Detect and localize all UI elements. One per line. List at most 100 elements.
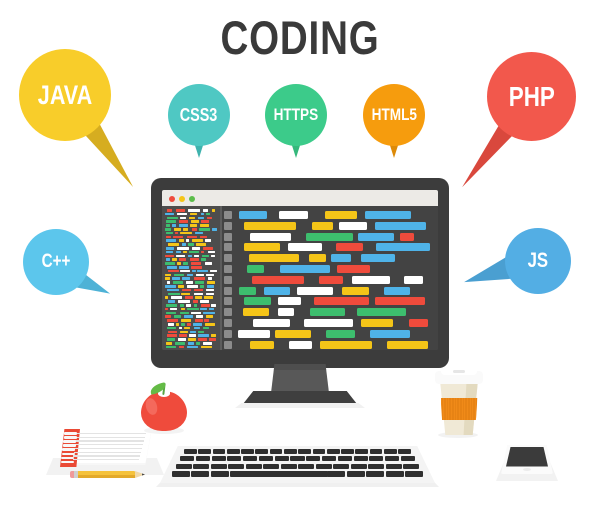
- keyboard-key[interactable]: [226, 449, 240, 454]
- keyboard-key[interactable]: [369, 456, 384, 461]
- keyboard-key[interactable]: [269, 449, 283, 454]
- keyboard-key[interactable]: [315, 463, 332, 469]
- minimap-code-token: [200, 285, 205, 288]
- keyboard-key[interactable]: [212, 449, 226, 454]
- keyboard-key[interactable]: [353, 456, 368, 461]
- keyboard-key[interactable]: [290, 456, 305, 461]
- keyboard-key[interactable]: [211, 456, 226, 461]
- keyboard-key[interactable]: [368, 463, 385, 469]
- keyboard-key[interactable]: [180, 456, 195, 461]
- minimap-code-token: [211, 254, 215, 258]
- balloon-php[interactable]: PHP: [462, 52, 576, 188]
- keyboard-key[interactable]: [195, 456, 210, 461]
- notebook-spiral-ring: [63, 436, 77, 439]
- keyboard-key[interactable]: [172, 471, 190, 477]
- keyboard-key[interactable]: [210, 463, 227, 469]
- keyboard-key[interactable]: [228, 463, 245, 469]
- keyboard-key[interactable]: [245, 463, 262, 469]
- balloon-css3[interactable]: CSS3: [168, 84, 230, 158]
- keyboard-key[interactable]: [385, 456, 400, 461]
- editor-code-token: [249, 340, 274, 349]
- balloon-java[interactable]: JAVA: [19, 49, 134, 187]
- keyboard-key[interactable]: [400, 456, 415, 461]
- editor-code-token: [238, 329, 270, 338]
- pencil-body-shade: [77, 475, 135, 478]
- keyboard-key[interactable]: [227, 456, 242, 461]
- keyboard-key[interactable]: [312, 449, 326, 454]
- minimap-code-token: [167, 338, 176, 341]
- balloon-html5[interactable]: HTML5: [363, 84, 425, 158]
- keyboard-key[interactable]: [341, 449, 354, 454]
- keyboard-key[interactable]: [355, 449, 369, 454]
- phone-screen[interactable]: [506, 446, 548, 467]
- code-minimap-panel[interactable]: [162, 206, 220, 350]
- keyboard-key[interactable]: [306, 456, 321, 461]
- keyboard-key[interactable]: [280, 463, 297, 469]
- maximize-dot-icon[interactable]: [189, 195, 195, 202]
- minimap-code-token: [167, 326, 177, 330]
- keyboard-key[interactable]: [191, 471, 210, 477]
- keyboard-key[interactable]: [326, 449, 340, 454]
- close-dot-icon[interactable]: [169, 195, 175, 202]
- monitor-base: [243, 391, 357, 404]
- code-editor-panel[interactable]: [222, 206, 438, 350]
- keyboard-key[interactable]: [298, 463, 315, 469]
- keyboard-key[interactable]: [403, 463, 419, 469]
- keyboard-key[interactable]: [327, 471, 346, 477]
- balloon-cpp[interactable]: C++: [23, 229, 111, 295]
- minimap-code-token: [200, 304, 210, 307]
- balloon-https[interactable]: HTTPS: [265, 84, 327, 158]
- keyboard-spacebar[interactable]: [246, 471, 328, 477]
- keyboard-key[interactable]: [405, 471, 423, 477]
- keyboard-key[interactable]: [298, 449, 311, 454]
- notebook-spiral-ring: [62, 444, 76, 447]
- keyboard-key[interactable]: [384, 449, 397, 454]
- keyboard[interactable]: [156, 443, 439, 488]
- keyboard-key[interactable]: [184, 449, 197, 454]
- minimize-dot-icon[interactable]: [179, 195, 185, 202]
- minimap-code-token: [191, 247, 201, 250]
- keyboard-key[interactable]: [366, 471, 385, 477]
- minimap-code-token: [195, 281, 205, 284]
- editor-code-token: [365, 211, 411, 219]
- keyboard-key[interactable]: [198, 449, 211, 454]
- editor-code-token: [384, 286, 410, 295]
- minimap-code-token: [194, 231, 203, 235]
- editor-gutter-marker: [224, 232, 232, 241]
- minimap-code-token: [190, 220, 199, 223]
- keyboard-key[interactable]: [284, 449, 297, 454]
- keyboard-key[interactable]: [241, 449, 254, 454]
- balloon-js[interactable]: JS: [464, 228, 571, 294]
- smartphone[interactable]: [496, 444, 558, 482]
- keyboard-key[interactable]: [321, 456, 337, 461]
- keyboard-key[interactable]: [369, 449, 383, 454]
- keyboard-key[interactable]: [398, 449, 411, 454]
- minimap-code-token: [186, 307, 199, 311]
- keyboard-key[interactable]: [210, 471, 229, 477]
- minimap-code-token: [187, 285, 199, 288]
- keyboard-key[interactable]: [346, 471, 365, 477]
- minimap-code-token: [165, 273, 172, 277]
- editor-gutter-marker: [224, 254, 232, 263]
- editor-code-token: [264, 286, 290, 295]
- minimap-code-token: [189, 258, 200, 261]
- minimap-code-token: [179, 266, 189, 269]
- keyboard-key[interactable]: [333, 463, 350, 469]
- minimap-code-token: [195, 342, 201, 345]
- monitor-screen: [162, 190, 438, 350]
- keyboard-key[interactable]: [385, 471, 404, 477]
- minimap-code-token: [178, 258, 187, 261]
- minimap-code-token: [179, 216, 186, 220]
- keyboard-key[interactable]: [243, 456, 258, 461]
- keyboard-key[interactable]: [274, 456, 289, 461]
- keyboard-key[interactable]: [176, 463, 192, 469]
- keyboard-key[interactable]: [255, 449, 269, 454]
- keyboard-key[interactable]: [350, 463, 367, 469]
- keyboard-key[interactable]: [193, 463, 210, 469]
- keyboard-key[interactable]: [337, 456, 352, 461]
- keyboard-key[interactable]: [263, 463, 280, 469]
- minimap-code-token: [186, 235, 197, 239]
- keyboard-key[interactable]: [258, 456, 274, 461]
- editor-code-token: [253, 319, 291, 327]
- keyboard-key[interactable]: [385, 463, 402, 469]
